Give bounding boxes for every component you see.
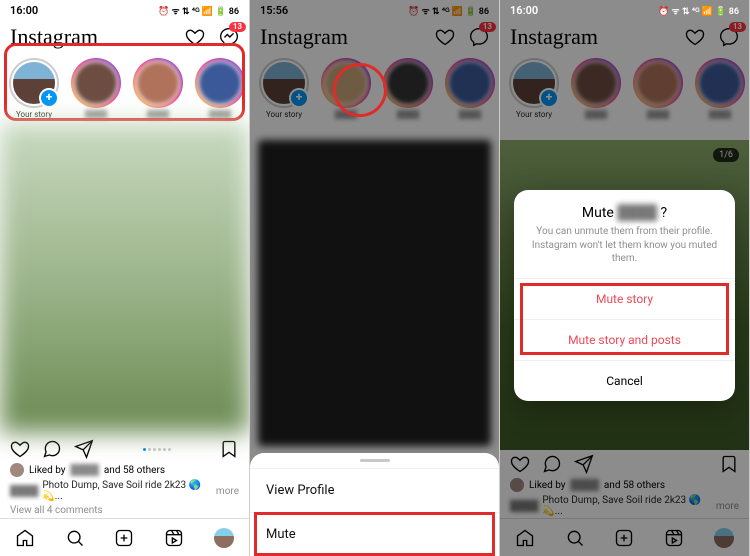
liker-avatar <box>10 463 24 477</box>
messenger-icon[interactable]: 13 <box>219 27 239 47</box>
screen-mute-dialog: 16:00 ⏰ ᯤ ⇅ ⁴ᴳ 📶 🔋 86 Instagram 13 Your … <box>500 0 750 556</box>
feed-actions <box>0 433 249 461</box>
sheet-handle-icon[interactable] <box>360 459 390 462</box>
story-item[interactable]: ████ <box>192 58 248 119</box>
story-item[interactable]: ████ <box>68 58 124 119</box>
screen-home: 16:00 ⏰ ᯤ ⇅ ⁴ᴳ 📶 🔋 86 Instagram 13 Your … <box>0 0 250 556</box>
status-icons: ⏰ ᯤ ⇅ ⁴ᴳ 📶 🔋 86 <box>158 4 239 17</box>
cancel-button[interactable]: Cancel <box>514 360 735 401</box>
mute-action-sheet: Mute ████ ? You can unmute them from the… <box>514 190 735 401</box>
liked-by-prefix: Liked by <box>29 465 66 476</box>
screen-story-longpress: 15:56 ⏰ ᯤ ⇅ ⁴ᴳ 📶 🔋 86 Instagram 13 Your … <box>250 0 500 556</box>
mute-story-button[interactable]: Mute story <box>514 278 735 319</box>
status-bar: 16:00 ⏰ ᯤ ⇅ ⁴ᴳ 📶 🔋 86 <box>0 0 249 20</box>
liked-by-suffix: and 58 others <box>104 465 165 476</box>
status-icons: ⏰ ᯤ ⇅ ⁴ᴳ 📶 🔋 86 <box>658 4 739 17</box>
story-preview <box>258 140 491 446</box>
bottom-nav <box>0 518 249 556</box>
story-item[interactable]: ████ <box>130 58 186 119</box>
status-time: 16:00 <box>510 4 538 17</box>
new-post-icon[interactable] <box>114 528 134 548</box>
stories-tray[interactable]: Your story ████ ████ ████ <box>0 52 249 123</box>
sheet-description: You can unmute them from their profile. … <box>514 225 735 278</box>
reels-icon[interactable] <box>164 528 184 548</box>
caption-text: Photo Dump, Save Soil ride 2k23 🌎💫... <box>42 480 212 502</box>
bookmark-icon[interactable] <box>219 439 239 459</box>
app-header: Instagram 13 <box>0 20 249 52</box>
comment-icon[interactable] <box>42 439 62 459</box>
heart-icon[interactable] <box>185 27 205 47</box>
instagram-logo[interactable]: Instagram <box>10 24 98 50</box>
your-story[interactable]: Your story <box>6 58 62 119</box>
dm-badge: 13 <box>229 22 246 32</box>
sheet-title: Mute ████ ? <box>514 190 735 225</box>
status-time: 16:00 <box>10 4 38 17</box>
home-icon[interactable] <box>15 528 35 548</box>
your-story-label: Your story <box>16 110 52 119</box>
feed-post-image[interactable] <box>0 123 249 433</box>
caption-more[interactable]: more <box>216 486 239 497</box>
like-icon[interactable] <box>10 439 30 459</box>
carousel-dots <box>143 448 171 451</box>
profile-icon[interactable] <box>214 528 234 548</box>
view-profile-button[interactable]: View Profile <box>250 468 499 512</box>
mute-button[interactable]: Mute <box>250 512 499 556</box>
post-caption[interactable]: ████ Photo Dump, Save Soil ride 2k23 🌎💫.… <box>0 479 249 503</box>
view-comments[interactable]: View all 4 comments <box>0 503 249 518</box>
likes-row[interactable]: Liked by ████ and 58 others <box>0 461 249 479</box>
search-icon[interactable] <box>65 528 85 548</box>
share-icon[interactable] <box>74 439 94 459</box>
mute-story-and-posts-button[interactable]: Mute story and posts <box>514 319 735 360</box>
status-bar: 16:00 ⏰ ᯤ ⇅ ⁴ᴳ 📶 🔋 86 <box>500 0 749 20</box>
context-sheet: View Profile Mute <box>250 453 499 556</box>
